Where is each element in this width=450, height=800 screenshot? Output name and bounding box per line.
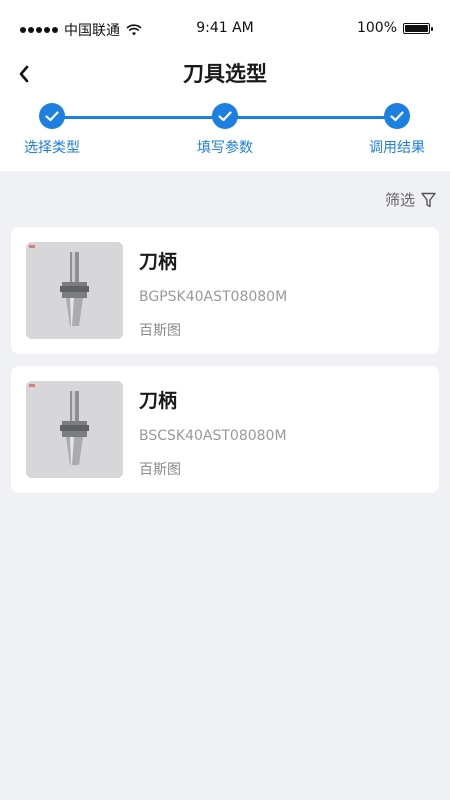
product-card[interactable]: 刀柄 BGPSK40AST08080M 百斯图 bbox=[11, 227, 439, 354]
step-select-type: 选择类型 bbox=[7, 103, 97, 157]
product-card[interactable]: 刀柄 BSCSK40AST08080M 百斯图 bbox=[11, 366, 439, 493]
step-results: 调用结果 bbox=[352, 103, 442, 157]
step-label: 填写参数 bbox=[197, 140, 253, 156]
tool-holder-image bbox=[26, 242, 123, 339]
step-label: 选择类型 bbox=[24, 140, 80, 156]
product-brand: 百斯图 bbox=[139, 323, 181, 339]
status-bar: 中国联通 9:41 AM 100% bbox=[0, 0, 450, 56]
battery-percent: 100% bbox=[356, 20, 397, 36]
product-code: BGPSK40AST08080M bbox=[139, 289, 288, 305]
battery-level bbox=[405, 24, 428, 32]
filter-row: 筛选 bbox=[0, 171, 450, 227]
product-name: 刀柄 bbox=[139, 390, 178, 412]
top-section: 中国联通 9:41 AM 100% 刀具选型 选择类型 填写参数 调用结果 bbox=[0, 0, 450, 171]
filter-button[interactable]: 筛选 bbox=[385, 189, 436, 210]
status-right: 100% bbox=[356, 20, 433, 36]
funnel-icon bbox=[421, 192, 436, 207]
check-icon bbox=[384, 103, 410, 129]
tool-holder-image bbox=[26, 381, 123, 478]
page-title: 刀具选型 bbox=[183, 62, 267, 86]
step-label: 调用结果 bbox=[369, 140, 425, 156]
product-code: BSCSK40AST08080M bbox=[139, 428, 287, 444]
product-brand: 百斯图 bbox=[139, 462, 181, 478]
result-list: 刀柄 BGPSK40AST08080M 百斯图 刀柄 BSCSK40AST080… bbox=[0, 227, 450, 493]
step-fill-params: 填写参数 bbox=[180, 103, 270, 157]
check-icon bbox=[39, 103, 65, 129]
filter-label: 筛选 bbox=[384, 191, 415, 209]
nav-bar: 刀具选型 bbox=[0, 56, 450, 96]
check-icon bbox=[212, 103, 238, 129]
battery-icon bbox=[403, 22, 433, 34]
product-name: 刀柄 bbox=[139, 251, 178, 273]
progress-stepper: 选择类型 填写参数 调用结果 bbox=[0, 96, 450, 171]
